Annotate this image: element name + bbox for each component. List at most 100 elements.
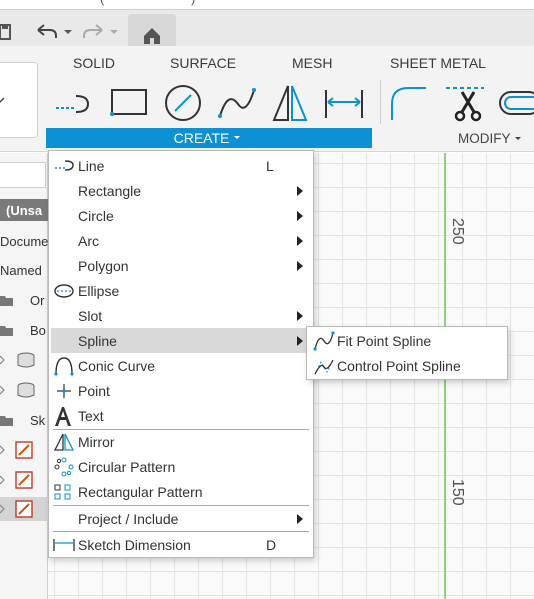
sketch-dimension-icon xyxy=(53,535,75,555)
fillet-icon xyxy=(391,87,426,120)
control-point-spline-icon xyxy=(313,356,335,376)
menu-item-rectangular-pattern[interactable]: Rectangular Pattern xyxy=(51,479,311,504)
text-icon xyxy=(53,406,75,426)
sketch-icon xyxy=(0,441,33,459)
circle-tool[interactable] xyxy=(164,84,202,122)
redo-button[interactable] xyxy=(82,18,122,46)
create-label: CREATE xyxy=(173,130,230,146)
menu-item-label: Conic Curve xyxy=(78,357,156,374)
trim-tool[interactable] xyxy=(444,84,484,122)
menu-item-polygon[interactable]: Polygon xyxy=(51,253,311,278)
menu-item-fit-point-spline[interactable]: Fit Point Spline xyxy=(311,329,505,353)
browser-row-label: Sk xyxy=(30,412,46,428)
spline-submenu: Fit Point Spline Control Point Spline xyxy=(306,326,508,380)
browser-named-views[interactable]: Named xyxy=(0,258,48,282)
browser-row-label: Named xyxy=(0,262,42,278)
spline-tool[interactable] xyxy=(218,84,256,122)
scissors-icon xyxy=(446,87,484,122)
menu-item-project-include[interactable]: Project / Include xyxy=(51,506,311,531)
browser-sketch-2[interactable] xyxy=(0,468,48,492)
line-tool[interactable] xyxy=(54,84,92,122)
folder-icon xyxy=(0,296,13,306)
sketch-dimension-tool[interactable] xyxy=(324,84,363,122)
menu-item-label: Spline xyxy=(78,332,117,349)
rectangle-icon xyxy=(110,89,147,116)
menu-item-label: Arc xyxy=(78,232,99,249)
undo-button[interactable] xyxy=(34,18,74,46)
browser-document-name[interactable]: (Unsa xyxy=(0,199,48,221)
browser-row-label: Bo xyxy=(30,322,46,338)
modify-dropdown-button[interactable]: MODIFY xyxy=(458,131,524,146)
menu-item-label: Polygon xyxy=(78,257,129,274)
browser-sketch-1[interactable] xyxy=(0,438,48,462)
fit-point-spline-icon xyxy=(313,331,335,351)
menu-item-slot[interactable]: Slot xyxy=(51,303,311,328)
menu-item-label: Ellipse xyxy=(78,282,120,299)
tab-mesh[interactable]: MESH xyxy=(292,55,332,71)
menu-item-shortcut: D xyxy=(266,536,277,553)
browser-sketch-3[interactable] xyxy=(0,497,48,521)
modify-label: MODIFY xyxy=(458,131,511,146)
browser-sketches[interactable]: Sk xyxy=(0,408,48,432)
line-icon xyxy=(56,95,90,113)
menu-item-circular-pattern[interactable]: Circular Pattern xyxy=(51,454,311,479)
submenu-arrow-icon xyxy=(297,236,303,246)
menu-item-rectangle[interactable]: Rectangle xyxy=(51,178,311,203)
create-dropdown-button[interactable]: CREATE xyxy=(46,128,372,148)
menu-item-label: Point xyxy=(78,382,110,399)
ruler-label-150: 150 xyxy=(449,479,466,506)
tab-solid[interactable]: SOLID xyxy=(73,55,115,71)
workspace-switcher[interactable] xyxy=(0,62,38,138)
menu-item-label: Fit Point Spline xyxy=(337,333,432,349)
offset-tool[interactable] xyxy=(498,84,534,122)
browser-body-1[interactable] xyxy=(0,348,48,372)
conic-curve-icon xyxy=(53,356,75,376)
menu-item-point[interactable]: Point xyxy=(51,378,311,403)
browser-bodies[interactable]: Bo xyxy=(0,318,48,342)
menu-item-spline[interactable]: Spline xyxy=(51,328,311,353)
menu-item-label: Circle xyxy=(78,207,114,224)
circular-pattern-icon xyxy=(53,457,75,477)
rectangular-pattern-icon xyxy=(53,482,75,502)
point-icon xyxy=(53,381,75,401)
line-icon xyxy=(53,156,75,176)
browser-row-label: Docume xyxy=(0,233,48,249)
fillet-tool[interactable] xyxy=(390,84,428,122)
sketch-icon xyxy=(0,500,33,518)
browser-body-2[interactable] xyxy=(0,378,48,402)
undo-icon xyxy=(37,24,72,38)
menu-item-control-point-spline[interactable]: Control Point Spline xyxy=(311,354,505,378)
menu-item-circle[interactable]: Circle xyxy=(51,203,311,228)
menu-item-label: Text xyxy=(78,407,104,424)
tab-surface[interactable]: SURFACE xyxy=(170,55,236,71)
window-title: ( ) xyxy=(100,0,195,6)
browser-document-settings[interactable]: Docume xyxy=(0,229,48,253)
mirror-tool[interactable] xyxy=(270,84,308,122)
menu-item-label: Slot xyxy=(78,307,103,324)
submenu-arrow-icon xyxy=(297,186,303,196)
folder-icon xyxy=(0,326,13,336)
body-icon xyxy=(0,382,35,398)
caret-down-icon xyxy=(515,137,522,140)
menu-item-mirror[interactable]: Mirror xyxy=(51,429,311,454)
browser-origin[interactable]: Or xyxy=(0,288,48,312)
ribbon-divider xyxy=(380,80,381,124)
mirror-icon xyxy=(272,85,308,121)
menu-item-label: Circular Pattern xyxy=(78,458,176,475)
menu-item-label: Sketch Dimension xyxy=(78,536,191,553)
menu-item-arc[interactable]: Arc xyxy=(51,228,311,253)
menu-item-ellipse[interactable]: Ellipse xyxy=(51,278,311,303)
title-strip: ( ) xyxy=(0,0,534,10)
body-icon xyxy=(0,352,35,368)
save-button[interactable] xyxy=(0,18,14,46)
rectangle-tool[interactable] xyxy=(110,84,148,122)
tab-sheet-metal[interactable]: SHEET METAL xyxy=(390,55,486,71)
menu-item-line[interactable]: Line L xyxy=(51,153,311,178)
submenu-arrow-icon xyxy=(297,211,303,221)
folder-icon xyxy=(0,416,13,426)
menu-item-sketch-dimension[interactable]: Sketch Dimension D xyxy=(51,532,311,557)
menu-item-text[interactable]: Text xyxy=(51,403,311,428)
menu-item-conic-curve[interactable]: Conic Curve xyxy=(51,353,311,378)
sketch-icon xyxy=(0,471,33,489)
ruler-label-250: 250 xyxy=(449,218,466,245)
